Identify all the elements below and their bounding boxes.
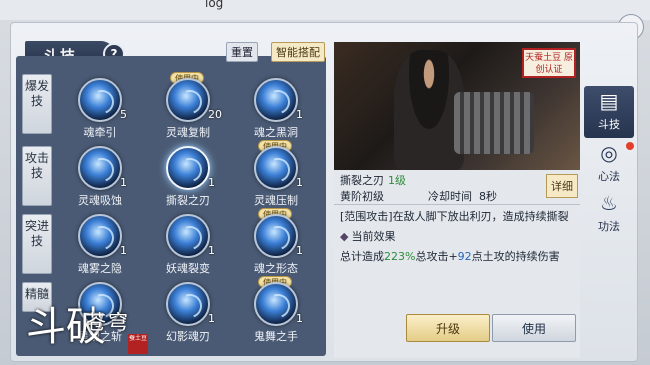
skill-slot-selected[interactable]: 1 撕裂之刃 bbox=[148, 140, 228, 210]
skill-level: 5 bbox=[120, 108, 127, 121]
skill-name: 灵魂吸蚀 bbox=[78, 194, 122, 207]
skill-level: 1 bbox=[296, 312, 303, 325]
skill-slot[interactable]: 使用中 1 灵魂压制 bbox=[236, 140, 316, 210]
skill-name: 灵魂压制 bbox=[254, 194, 298, 207]
skill-icon bbox=[166, 78, 210, 122]
cooldown-label: 冷却时间 bbox=[428, 190, 472, 203]
skill-level: 1 bbox=[296, 108, 303, 121]
skill-name: 魂之黑洞 bbox=[254, 126, 298, 139]
skill-icon bbox=[254, 78, 298, 122]
skill-slot[interactable]: 使用中 20 灵魂复制 bbox=[148, 72, 228, 142]
skill-level: 1 bbox=[208, 244, 215, 257]
skill-icon bbox=[254, 146, 298, 190]
category-burst[interactable]: 爆发技 bbox=[22, 74, 52, 134]
reset-button[interactable]: 重置 bbox=[226, 42, 258, 62]
skill-name: 撕裂之刃 bbox=[166, 194, 210, 207]
upgrade-button[interactable]: 升级 bbox=[406, 314, 490, 342]
weapon-image bbox=[454, 92, 534, 154]
skill-name: 魂雾之隐 bbox=[78, 262, 122, 275]
logo-seal: 蚕土豆 bbox=[128, 334, 148, 354]
skill-title-name: 撕裂之刃 bbox=[340, 174, 384, 187]
effect-mid: 总攻击+ bbox=[415, 250, 458, 263]
skill-icon bbox=[78, 146, 122, 190]
skill-slot[interactable]: 使用中 1 鬼舞之手 bbox=[236, 276, 316, 346]
skill-level: 1 bbox=[296, 244, 303, 257]
cooldown: 冷却时间 8秒 bbox=[428, 188, 497, 204]
skill-level: 1 bbox=[208, 176, 215, 189]
skill-slot[interactable]: 1 魂之黑洞 bbox=[236, 72, 316, 142]
tab-gongfa[interactable]: ♨ 功法 bbox=[584, 188, 634, 240]
skill-icon bbox=[254, 282, 298, 326]
skill-level: 1 bbox=[120, 244, 127, 257]
detail-button[interactable]: 详细 bbox=[546, 174, 578, 198]
skill-icon bbox=[166, 146, 210, 190]
skill-slot[interactable]: 1 魂雾之隐 bbox=[60, 208, 140, 278]
notification-dot bbox=[626, 142, 634, 150]
use-button[interactable]: 使用 bbox=[492, 314, 576, 342]
skill-level: 1 bbox=[208, 312, 215, 325]
effect-percent: 223% bbox=[384, 250, 416, 263]
tab-xinfa[interactable]: ◎ 心法 bbox=[584, 138, 634, 190]
skill-description: [范围攻击]在敌人脚下放出利刃，造成持续撕裂 bbox=[340, 210, 569, 223]
book-icon: ▤ bbox=[599, 89, 619, 113]
effect-suffix: 点土攻的持续伤害 bbox=[471, 250, 560, 263]
side-tabs: ▤ 斗技 ◎ 心法 ♨ 功法 bbox=[584, 42, 634, 242]
cooldown-value: 8秒 bbox=[479, 190, 497, 203]
skill-slot[interactable]: 1 妖魂裂变 bbox=[148, 208, 228, 278]
skill-icon bbox=[78, 214, 122, 258]
skill-title: 撕裂之刃 1级 bbox=[340, 172, 406, 188]
skill-rank: 黄阶初级 bbox=[340, 190, 384, 203]
diamond-icon: ◆ bbox=[340, 230, 349, 243]
effect-header: ◆ 当前效果 bbox=[340, 228, 395, 244]
spirit-icon: ◎ bbox=[600, 141, 618, 165]
skill-slot[interactable]: 5 魂牵引 bbox=[60, 72, 140, 142]
log-text: log bbox=[205, 0, 224, 10]
skill-name: 魂牵引 bbox=[83, 126, 117, 139]
skill-level: 1 bbox=[120, 176, 127, 189]
effect-number: 92 bbox=[457, 250, 472, 263]
skill-detail-panel: 天蚕土豆 原创认证 撕裂之刃 1级 黄阶初级 冷却时间 8秒 详细 [范围攻击]在… bbox=[334, 42, 580, 358]
skill-icon bbox=[78, 78, 122, 122]
skill-name: 鬼舞之手 bbox=[254, 330, 298, 343]
skill-name: 魂之形态 bbox=[254, 262, 298, 275]
character-portrait: 天蚕土豆 原创认证 bbox=[334, 42, 580, 170]
effect-prefix: 总计造成 bbox=[340, 250, 384, 263]
effect-header-text: 当前效果 bbox=[351, 230, 396, 243]
skill-icon bbox=[254, 214, 298, 258]
tab-label: 斗技 bbox=[598, 118, 620, 131]
effect-text: 总计造成223%总攻击+92点土攻的持续伤害 bbox=[340, 248, 560, 264]
skill-icon bbox=[166, 282, 210, 326]
skill-slot[interactable]: 使用中 1 魂之形态 bbox=[236, 208, 316, 278]
skill-level: 20 bbox=[208, 108, 222, 121]
category-dash[interactable]: 突进技 bbox=[22, 214, 52, 274]
category-attack[interactable]: 攻击技 bbox=[22, 146, 52, 206]
skill-name: 灵魂复制 bbox=[166, 126, 210, 139]
flame-icon: ♨ bbox=[600, 191, 618, 215]
skill-title-level: 1级 bbox=[388, 174, 406, 187]
game-logo: 斗破 苍穹 蚕土豆 bbox=[12, 292, 162, 358]
skill-level: 1 bbox=[296, 176, 303, 189]
skill-name: 妖魂裂变 bbox=[166, 262, 210, 275]
skill-icon bbox=[166, 214, 210, 258]
tab-label: 心法 bbox=[598, 170, 620, 183]
tab-label: 功法 bbox=[598, 220, 620, 233]
smart-match-button[interactable]: 智能搭配 bbox=[271, 42, 325, 62]
logo-sub: 苍穹 bbox=[86, 310, 130, 334]
skill-slot[interactable]: 1 灵魂吸蚀 bbox=[60, 140, 140, 210]
top-bar: log bbox=[0, 0, 650, 20]
tab-douji[interactable]: ▤ 斗技 bbox=[584, 86, 634, 138]
copyright-seal: 天蚕土豆 原创认证 bbox=[522, 48, 576, 78]
